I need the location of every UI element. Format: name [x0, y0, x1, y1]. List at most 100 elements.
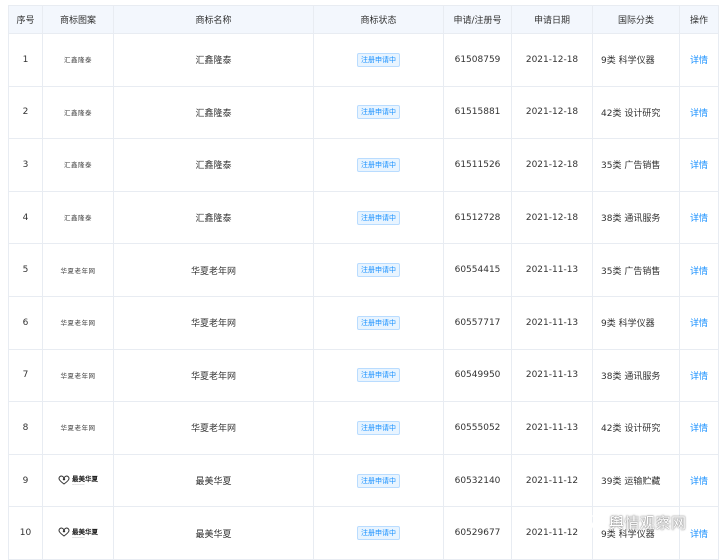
application-date: 2021-11-13: [525, 265, 579, 276]
row-index: 5: [8, 243, 43, 297]
registration-number-cell: 60554415: [443, 243, 512, 297]
application-date-cell: 2021-12-18: [511, 33, 593, 87]
trademark-logo-text: 汇鑫隆泰: [64, 161, 92, 170]
registration-number-cell: 61508759: [443, 33, 512, 87]
international-class-cell: 38类 通讯服务: [592, 190, 680, 245]
international-class: 35类 广告销售: [601, 266, 661, 277]
international-class: 39类 运输贮藏: [601, 477, 661, 488]
detail-link[interactable]: 详情: [690, 477, 708, 487]
trademark-name-cell: 汇鑫隆泰: [113, 33, 314, 87]
trademark-name-cell: 汇鑫隆泰: [113, 190, 314, 245]
international-class: 42类 设计研究: [601, 424, 661, 435]
detail-link[interactable]: 详情: [690, 109, 708, 119]
detail-link[interactable]: 详情: [690, 530, 708, 540]
registration-number: 60555052: [454, 422, 501, 433]
detail-link[interactable]: 详情: [690, 319, 708, 329]
trademark-name: 汇鑫隆泰: [195, 161, 232, 172]
application-date: 2021-11-13: [525, 422, 579, 433]
row-index-text: 7: [22, 370, 29, 381]
trademark-status-cell: 注册申请中: [313, 243, 444, 297]
application-date: 2021-12-18: [525, 107, 579, 118]
trademark-logo-image: 最美华夏 —————: [58, 473, 98, 486]
status-badge: 注册申请中: [357, 263, 400, 278]
col-header-logo: 商标图案: [42, 5, 114, 34]
trademark-logo-text: 汇鑫隆泰: [64, 108, 92, 117]
trademark-logo-text: 汇鑫隆泰: [64, 214, 92, 223]
row-index-text: 1: [22, 54, 29, 65]
registration-number-cell: 60529677: [443, 506, 512, 560]
trademark-name: 华夏老年网: [190, 319, 236, 330]
action-cell: 详情: [679, 348, 719, 403]
registration-number-cell: 60549950: [443, 348, 512, 403]
trademark-status-cell: 注册申请中: [313, 453, 444, 508]
watermark: 舆情观察网: [585, 512, 687, 533]
detail-link[interactable]: 详情: [690, 161, 708, 171]
international-class-cell: 39类 运输贮藏: [592, 453, 680, 508]
row-index-text: 3: [22, 159, 29, 170]
international-class: 35类 广告销售: [601, 161, 661, 172]
table-row: 4 汇鑫隆泰 汇鑫隆泰 注册申请中 61512728 2021-12-18 38类 通讯服务…: [8, 190, 719, 245]
application-date: 2021-12-18: [525, 212, 579, 223]
status-badge: 注册申请中: [357, 368, 400, 383]
row-index-text: 9: [22, 475, 29, 486]
row-index: 9: [8, 453, 43, 508]
trademark-name: 汇鑫隆泰: [195, 108, 232, 119]
application-date: 2021-11-13: [525, 317, 579, 328]
status-badge: 注册申请中: [357, 210, 400, 225]
international-class-cell: 35类 广告销售: [592, 138, 680, 192]
application-date-cell: 2021-11-13: [511, 295, 593, 350]
table-row: 6 华夏老年网 华夏老年网 注册申请中 60557717 2021-11-13 9类 科学仪…: [8, 295, 719, 350]
trademark-name: 最美华夏: [195, 529, 232, 540]
trademark-logo-text: 华夏老年网: [60, 424, 96, 433]
registration-number: 61512728: [454, 212, 501, 223]
trademark-logo-cell: 华夏老年网: [42, 401, 114, 455]
detail-link[interactable]: 详情: [690, 267, 708, 277]
international-class: 42类 设计研究: [601, 108, 661, 119]
trademark-status-cell: 注册申请中: [313, 295, 444, 350]
status-badge: 注册申请中: [357, 420, 400, 435]
status-badge: 注册申请中: [357, 52, 400, 67]
status-badge: 注册申请中: [357, 157, 400, 172]
trademark-logo-cell: 华夏老年网: [42, 348, 114, 403]
col-header-index: 序号: [8, 5, 43, 34]
international-class: 38类 通讯服务: [601, 214, 661, 225]
international-class: 9类 科学仪器: [601, 56, 655, 67]
registration-number: 61511526: [454, 159, 501, 170]
table-row: 1 汇鑫隆泰 汇鑫隆泰 注册申请中 61508759 2021-12-18 9类 科学仪器 详…: [8, 33, 719, 87]
wechat-icon: [585, 514, 605, 530]
international-class-cell: 35类 广告销售: [592, 243, 680, 297]
trademark-logo-subline: —————: [72, 535, 85, 539]
application-date: 2021-12-18: [525, 54, 579, 65]
col-header-action: 操作: [679, 5, 719, 34]
detail-link[interactable]: 详情: [690, 214, 708, 224]
trademark-logo-cell: 最美华夏 —————: [42, 453, 114, 508]
application-date-cell: 2021-12-18: [511, 138, 593, 192]
trademark-logo-text: 华夏老年网: [60, 371, 96, 380]
trademark-logo-cell: 最美华夏 —————: [42, 506, 114, 560]
trademark-name: 华夏老年网: [190, 424, 236, 435]
trademark-name-cell: 华夏老年网: [113, 295, 314, 350]
application-date: 2021-12-18: [525, 159, 579, 170]
registration-number-cell: 61511526: [443, 138, 512, 192]
detail-link[interactable]: 详情: [690, 56, 708, 66]
trademark-name-cell: 汇鑫隆泰: [113, 138, 314, 192]
registration-number: 60529677: [454, 528, 501, 539]
detail-link[interactable]: 详情: [690, 424, 708, 434]
trademark-logo-text: 华夏老年网: [60, 319, 96, 328]
action-cell: 详情: [679, 33, 719, 87]
international-class: 9类 科学仪器: [601, 319, 655, 330]
trademark-status-cell: 注册申请中: [313, 401, 444, 455]
trademark-name: 汇鑫隆泰: [195, 214, 232, 225]
application-date: 2021-11-12: [525, 475, 579, 486]
action-cell: 详情: [679, 190, 719, 245]
col-header-reg-no: 申请/注册号: [443, 5, 512, 34]
registration-number: 60532140: [454, 475, 501, 486]
row-index-text: 8: [22, 422, 29, 433]
detail-link[interactable]: 详情: [690, 372, 708, 382]
action-cell: 详情: [679, 243, 719, 297]
trademark-name: 最美华夏: [195, 477, 232, 488]
registration-number: 60549950: [454, 370, 501, 381]
row-index: 1: [8, 33, 43, 87]
registration-number-cell: 60555052: [443, 401, 512, 455]
action-cell: 详情: [679, 401, 719, 455]
